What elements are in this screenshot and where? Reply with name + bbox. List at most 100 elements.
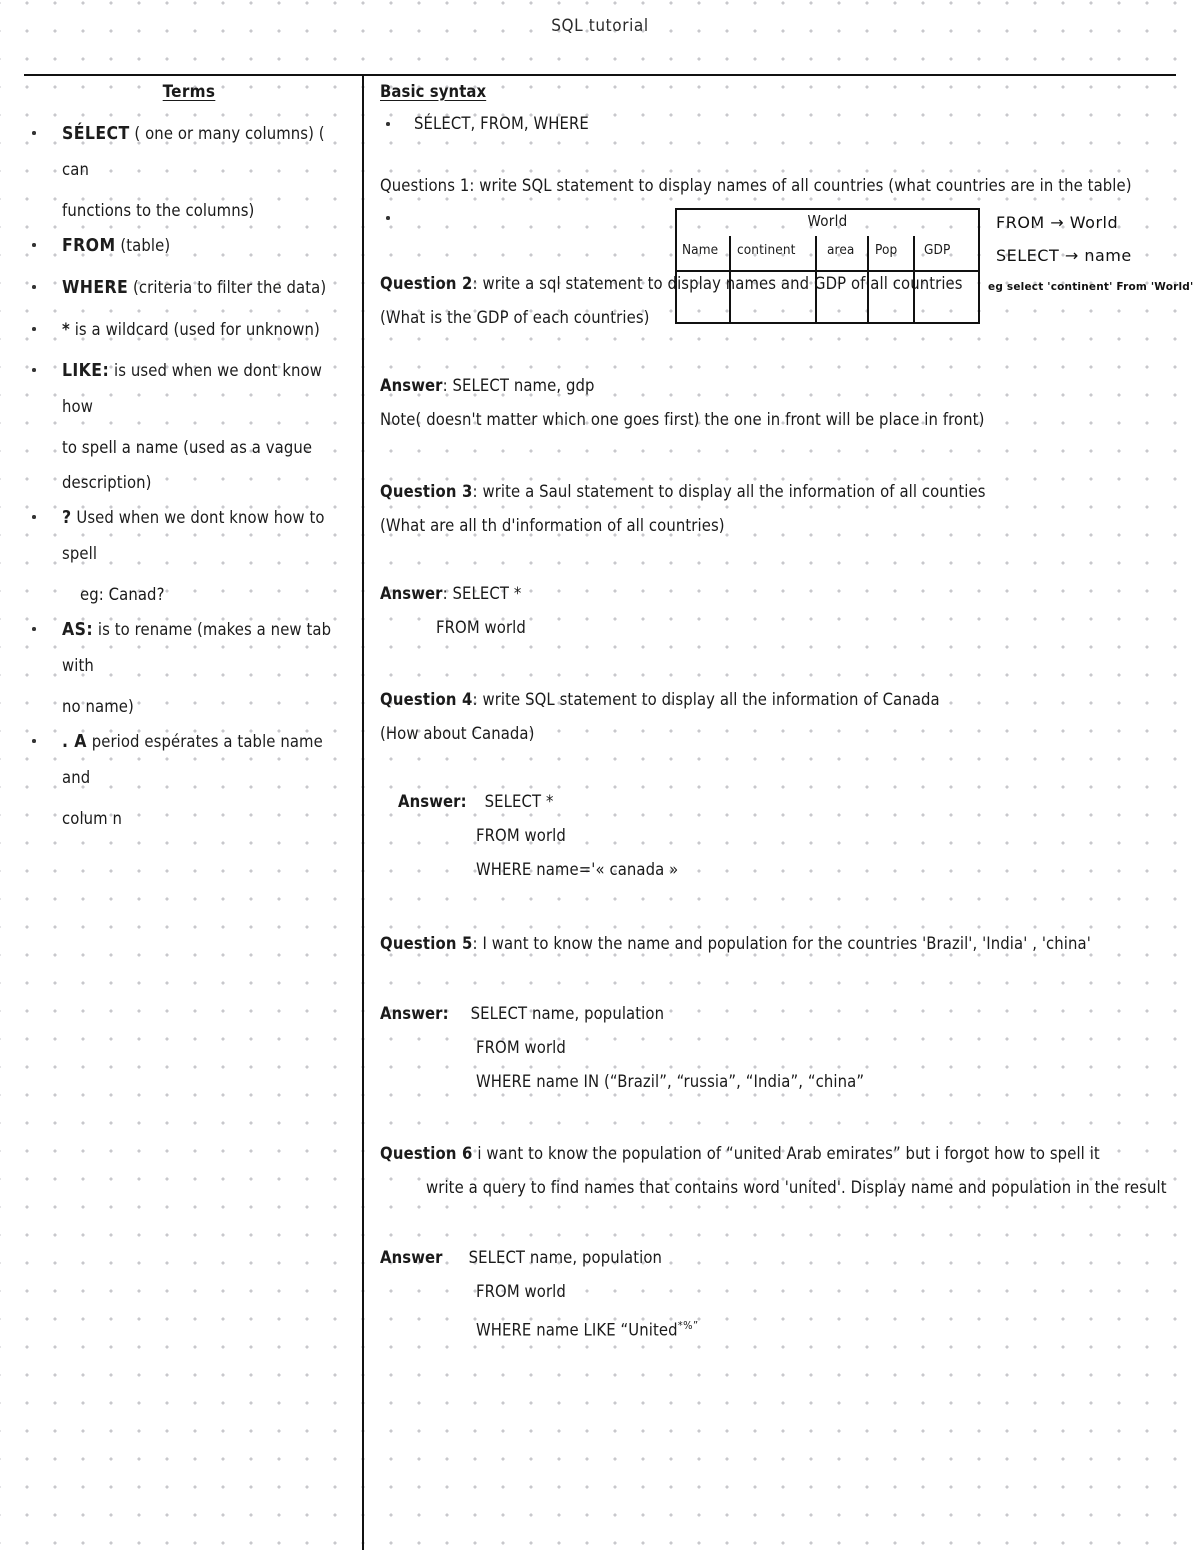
answer-2-line: Answer: SELECT name, gdp bbox=[380, 369, 1180, 403]
bullet-icon bbox=[386, 216, 390, 220]
bullet-icon bbox=[32, 368, 36, 372]
term-item: LIKE: is used when we dont know how bbox=[24, 353, 354, 424]
answer-code: : SELECT * bbox=[442, 584, 522, 603]
answer-label: Answer bbox=[380, 584, 443, 603]
terms-heading: Terms bbox=[162, 82, 216, 102]
question-4-sub: (How about Canada) bbox=[380, 724, 535, 743]
term-item: * is a wildcard (used for unknown) bbox=[24, 312, 354, 347]
term-keyword: ? bbox=[62, 508, 72, 528]
answer-3-code-line: FROM world bbox=[436, 618, 526, 637]
answer-4-code-line: WHERE name='« canada » bbox=[476, 860, 679, 879]
term-item: FROM (table) bbox=[24, 228, 354, 264]
answer-5-code-line: FROM world bbox=[476, 1038, 566, 1057]
annotation-select-name: SELECT → name bbox=[996, 246, 1132, 265]
question-6-sub: write a query to find names that contain… bbox=[426, 1178, 1167, 1197]
world-table-col-divider bbox=[815, 236, 817, 324]
term-continuation: eg: Canad? bbox=[80, 585, 165, 604]
world-column-gdp: GDP bbox=[924, 242, 951, 258]
term-item: . A period espérates a table name and bbox=[24, 724, 354, 795]
terms-column: Terms SÉLECT ( one or many columns) ( ca… bbox=[24, 82, 354, 836]
annotation-example-query: eg select 'continent' From 'World' bbox=[988, 281, 1194, 293]
term-item: ? Used when we dont know how to spell bbox=[24, 500, 354, 571]
question-4-line: Question 4: write SQL statement to displ… bbox=[380, 683, 1180, 717]
question-5-block: Question 5: I want to know the name and … bbox=[380, 927, 1180, 1099]
bullet-icon bbox=[32, 515, 36, 519]
question-3-line: Question 3: write a Saul statement to di… bbox=[380, 475, 1180, 509]
world-table-sketch: World Name continent area Pop GDP bbox=[675, 208, 980, 324]
world-table-col-divider bbox=[867, 236, 869, 324]
question-label: Question 3 bbox=[380, 482, 473, 501]
bullet-icon bbox=[32, 131, 36, 135]
term-item: AS: is to rename (makes a new tab with bbox=[24, 612, 354, 683]
question-label: Question 5 bbox=[380, 934, 473, 953]
answer-4-code-line: FROM world bbox=[476, 826, 566, 845]
term-keyword: AS: bbox=[62, 620, 94, 640]
bullet-icon bbox=[386, 122, 390, 126]
term-description: is to rename (makes a new tab with bbox=[62, 620, 332, 675]
answer-code: : SELECT name, gdp bbox=[442, 376, 595, 395]
terms-list: SÉLECT ( one or many columns) ( can func… bbox=[24, 116, 354, 836]
bullet-icon bbox=[32, 243, 36, 247]
bullet-icon bbox=[32, 327, 36, 331]
term-item: WHERE (criteria to filter the data) bbox=[24, 270, 354, 306]
answer-6-code-line: FROM world bbox=[476, 1282, 566, 1301]
answer-label: Answer: bbox=[380, 1004, 449, 1023]
term-description: is a wildcard (used for unknown) bbox=[74, 320, 320, 339]
question-1-text: Questions 1: write SQL statement to disp… bbox=[380, 176, 1132, 195]
answer-label: Answer bbox=[380, 376, 443, 395]
bullet-icon bbox=[32, 285, 36, 289]
syntax-keywords: SÉLECT, FROM, WHERE bbox=[414, 114, 589, 133]
term-description: Used when we dont know how to spell bbox=[62, 508, 325, 563]
world-column-name: Name bbox=[682, 242, 719, 258]
basic-syntax-heading: Basic syntax bbox=[380, 82, 487, 101]
question-label: Question 6 bbox=[380, 1144, 473, 1163]
term-keyword: . A bbox=[62, 732, 87, 752]
column-divider-line bbox=[362, 74, 364, 1550]
term-keyword: SÉLECT bbox=[62, 124, 130, 144]
question-label: Question 4 bbox=[380, 690, 473, 709]
question-4-block: Question 4: write SQL statement to displ… bbox=[380, 683, 1180, 887]
question-3-block: Question 3: write a Saul statement to di… bbox=[380, 475, 1180, 645]
term-description: (criteria to filter the data) bbox=[133, 278, 327, 297]
answer-code: SELECT name, population bbox=[468, 1248, 663, 1267]
world-table-header-rule bbox=[677, 270, 978, 272]
like-clause-text: WHERE name LIKE “United bbox=[476, 1320, 678, 1340]
world-table-col-divider bbox=[913, 236, 915, 324]
world-column-pop: Pop bbox=[875, 242, 898, 258]
term-keyword: FROM bbox=[62, 236, 116, 256]
annotation-from-world: FROM → World bbox=[996, 213, 1119, 232]
answer-5-code-line: WHERE name IN (“Brazil”, “russia”, “Indi… bbox=[476, 1072, 865, 1091]
term-continuation: no name) bbox=[62, 697, 134, 716]
term-keyword: WHERE bbox=[62, 278, 129, 298]
term-description: period espérates a table name and bbox=[62, 732, 323, 787]
answer-code: SELECT * bbox=[484, 792, 554, 811]
question-3-sub: (What are all th d'information of all co… bbox=[380, 516, 725, 535]
world-column-continent: continent bbox=[737, 242, 796, 258]
bullet-icon bbox=[32, 627, 36, 631]
answer-4-line: Answer: SELECT * bbox=[380, 785, 1180, 819]
bullet-icon bbox=[32, 739, 36, 743]
term-description: (table) bbox=[120, 236, 171, 255]
world-column-area: area bbox=[827, 242, 855, 258]
term-keyword: * bbox=[62, 320, 70, 339]
answer-5-line: Answer: SELECT name, population bbox=[380, 997, 1180, 1031]
answer-6-line: Answer SELECT name, population bbox=[380, 1241, 1180, 1275]
term-continuation: colum n bbox=[62, 809, 123, 828]
like-wildcard: *%” bbox=[677, 1319, 699, 1332]
answer-3-line: Answer: SELECT * bbox=[380, 577, 1180, 611]
world-table-title: World bbox=[807, 212, 848, 230]
question-text: : write SQL statement to display all the… bbox=[472, 690, 940, 709]
header-divider-line bbox=[24, 74, 1176, 76]
notebook-page: SQL tutorial Terms SÉLECT ( one or many … bbox=[0, 0, 1200, 1550]
answer-6-like-line: WHERE name LIKE “United*%” bbox=[380, 1309, 1180, 1348]
question-6-block: Question 6 i want to know the population… bbox=[380, 1137, 1180, 1348]
answer-code: SELECT name, population bbox=[470, 1004, 665, 1023]
syntax-bullet: SÉLECT, FROM, WHERE bbox=[380, 109, 1180, 139]
question-5-line: Question 5: I want to know the name and … bbox=[380, 927, 1180, 961]
answer-label: Answer: bbox=[398, 792, 467, 811]
question-label: Question 2 bbox=[380, 274, 473, 293]
answer-2-note: Note( doesn't matter which one goes firs… bbox=[380, 410, 985, 429]
term-item: SÉLECT ( one or many columns) ( can bbox=[24, 116, 354, 187]
question-text: : I want to know the name and population… bbox=[472, 934, 1091, 953]
term-keyword: LIKE: bbox=[62, 361, 110, 381]
